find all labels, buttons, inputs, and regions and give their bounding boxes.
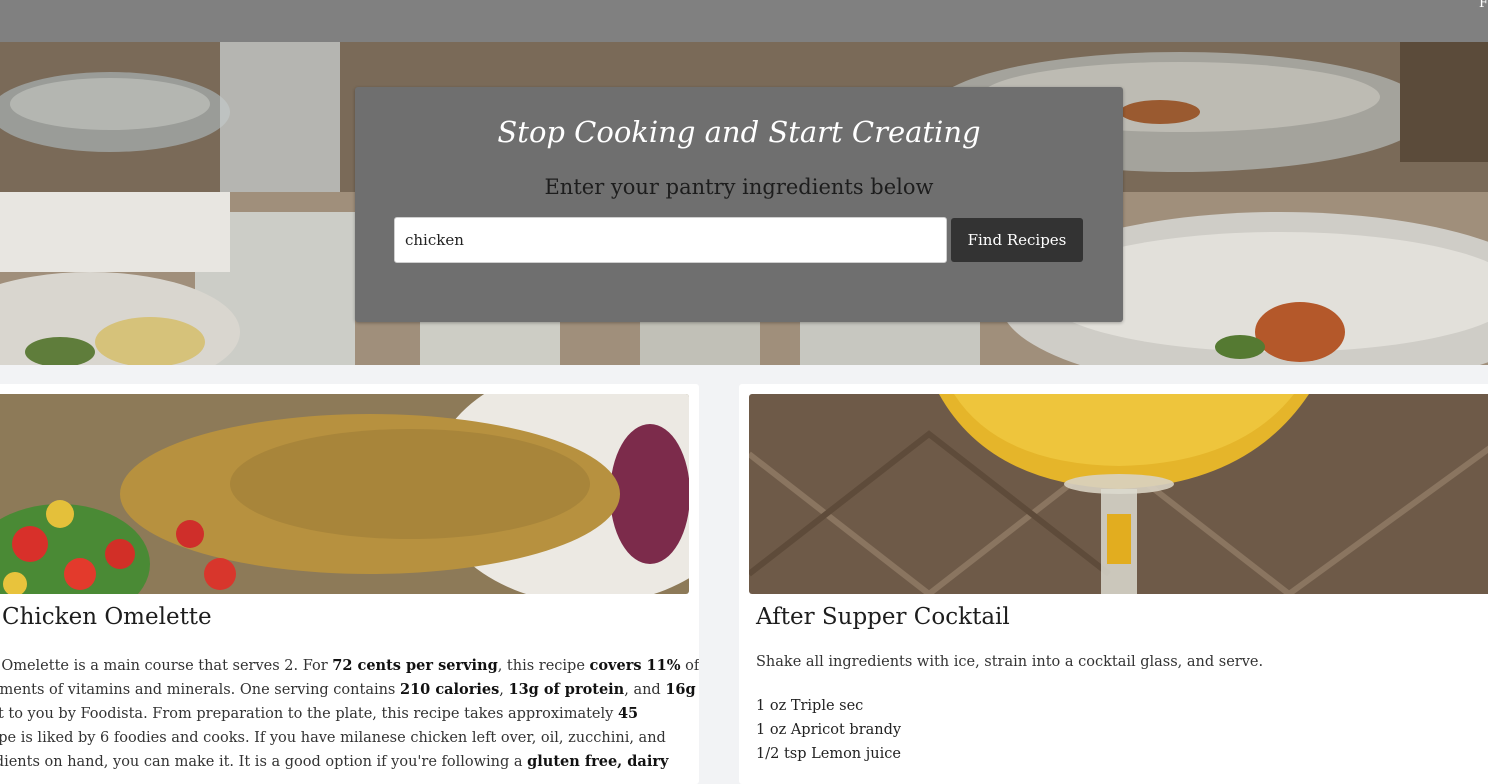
summary-highlight: covers 11% bbox=[589, 657, 681, 674]
ingredient-item: 1 oz Triple sec bbox=[756, 698, 864, 714]
recipe-title[interactable]: After Supper Cocktail bbox=[756, 604, 1010, 630]
summary-line: recipe is liked by 6 foodies and cooks. … bbox=[0, 726, 680, 750]
search-panel: Stop Cooking and Start Creating Enter yo… bbox=[355, 87, 1123, 322]
recipe-card[interactable]: Chicken Omelette ken Omelette is a main … bbox=[0, 384, 699, 784]
summary-highlight: 210 calories bbox=[400, 681, 500, 698]
summary-text: , and bbox=[624, 682, 666, 698]
hero-title: Stop Cooking and Start Creating bbox=[497, 115, 981, 149]
recipe-image bbox=[749, 394, 1488, 594]
recipe-instructions: Shake all ingredients with ice, strain i… bbox=[756, 654, 1264, 670]
summary-text: gredients on hand, you can make it. It i… bbox=[0, 754, 528, 770]
ingredients-search-input[interactable] bbox=[394, 217, 947, 263]
hero-banner: Stop Cooking and Start Creating Enter yo… bbox=[0, 42, 1488, 365]
summary-highlight: 13g of protein bbox=[508, 681, 625, 698]
summary-text: uirements of vitamins and minerals. One … bbox=[0, 682, 400, 698]
recipe-image bbox=[0, 394, 689, 594]
ingredient-item: 1 oz Apricot brandy bbox=[756, 722, 902, 738]
summary-highlight: 16g bbox=[665, 681, 696, 698]
summary-text: , this recipe bbox=[497, 658, 590, 674]
ingredient-list: 1 oz Triple sec 1 oz Apricot brandy 1/2 ts… bbox=[756, 694, 901, 766]
nav-link-fragment[interactable]: F bbox=[1479, 0, 1488, 11]
summary-text: ken Omelette is a main course that serve… bbox=[0, 658, 333, 674]
recipe-card[interactable]: After Supper Cocktail Shake all ingredie… bbox=[739, 384, 1488, 784]
summary-line: gredients on hand, you can make it. It i… bbox=[0, 750, 680, 774]
summary-highlight: gluten free, dairy bbox=[527, 753, 669, 770]
top-navbar: F bbox=[0, 0, 1488, 42]
ingredient-item: 1/2 tsp Lemon juice bbox=[756, 746, 901, 762]
summary-text: of bbox=[680, 658, 699, 674]
summary-highlight: 45 bbox=[617, 705, 639, 722]
summary-text: ught to you by Foodista. From preparatio… bbox=[0, 706, 618, 722]
omelette-photo bbox=[0, 394, 689, 594]
summary-line: ken Omelette is a main course that serve… bbox=[0, 654, 699, 678]
summary-line: ught to you by Foodista. From preparatio… bbox=[0, 702, 680, 726]
recipe-summary: ken Omelette is a main course that serve… bbox=[0, 654, 699, 774]
cocktail-photo bbox=[749, 394, 1488, 594]
hero-subtitle: Enter your pantry ingredients below bbox=[544, 175, 934, 199]
summary-line: uirements of vitamins and minerals. One … bbox=[0, 678, 696, 702]
summary-highlight: 72 cents per serving bbox=[332, 657, 498, 674]
recipe-title[interactable]: Chicken Omelette bbox=[2, 604, 212, 630]
find-recipes-button[interactable]: Find Recipes bbox=[951, 218, 1083, 262]
summary-text: recipe is liked by 6 foodies and cooks. … bbox=[0, 730, 666, 746]
